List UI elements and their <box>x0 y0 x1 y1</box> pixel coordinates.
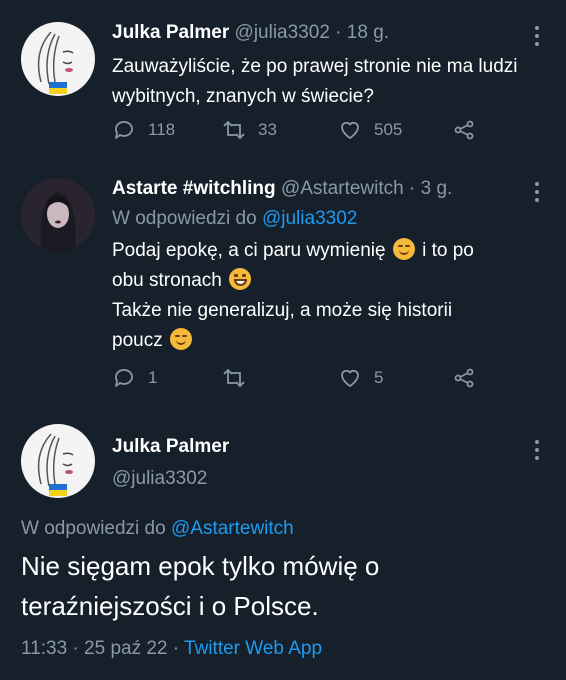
separator: · <box>172 638 180 659</box>
tweet-2-text: Podaj epokę, a ci paru wymienię i to po … <box>112 236 532 356</box>
smirk-emoji-icon <box>169 328 192 350</box>
more-icon[interactable] <box>534 182 540 206</box>
reply-icon <box>115 121 133 139</box>
like-icon <box>341 369 359 387</box>
more-icon[interactable] <box>534 440 540 464</box>
retweet-count: 33 <box>258 120 277 139</box>
tweet-1[interactable]: Julka Palmer @julia3302 · 18 g. Zauważyl… <box>0 0 566 170</box>
reply-to-handle[interactable]: @julia3302 <box>262 208 357 229</box>
smirk-emoji-icon <box>392 238 415 260</box>
author-name[interactable]: Julka Palmer <box>112 436 229 457</box>
author-name[interactable]: Astarte #witchling <box>112 178 276 199</box>
tweet-time[interactable]: 3 g. <box>421 178 453 199</box>
line-3: Także nie generalizuj, a może się histor… <box>112 300 453 321</box>
line-2: obu stronach <box>112 270 222 291</box>
author-name[interactable]: Julka Palmer <box>112 22 229 43</box>
like-icon <box>341 121 359 139</box>
ukraine-flag-icon <box>49 82 67 94</box>
reply-context: W odpowiedzi do @Astartewitch <box>21 518 294 540</box>
separator: · <box>409 178 416 199</box>
ukraine-flag-icon <box>49 484 67 496</box>
share-icon <box>454 368 474 388</box>
share-button[interactable] <box>452 366 476 390</box>
grin-emoji-icon <box>229 268 252 290</box>
tweet-2-actions: 1 5 <box>112 366 532 396</box>
author-handle[interactable]: @Astartewitch <box>281 178 404 199</box>
tweet-date[interactable]: 25 paź 22 <box>84 638 167 659</box>
retweet-button[interactable]: 33 <box>222 118 277 142</box>
author-handle[interactable]: @julia3302 <box>235 22 330 43</box>
avatar-astarte[interactable] <box>21 178 95 252</box>
text-line-2: teraźniejszości i o Polsce. <box>21 591 319 621</box>
avatar-julka[interactable] <box>21 22 95 96</box>
retweet-button[interactable] <box>222 366 246 390</box>
tweet-meta: 11:33 · 25 paź 22 · Twitter Web App <box>21 638 322 660</box>
main-tweet: Julka Palmer @julia3302 W odpowiedzi do … <box>0 410 566 680</box>
tweet-client[interactable]: Twitter Web App <box>184 638 322 659</box>
text-line-1: Nie sięgam epok tylko mówię o <box>21 551 380 581</box>
reply-to-handle[interactable]: @Astartewitch <box>171 518 294 539</box>
reply-button[interactable]: 118 <box>112 118 175 142</box>
avatar-portrait-icon <box>21 178 95 252</box>
tweet-time[interactable]: 11:33 <box>21 638 67 659</box>
reply-icon <box>115 369 133 387</box>
line-4: poucz <box>112 330 163 351</box>
more-icon[interactable] <box>534 26 540 50</box>
reply-count: 118 <box>148 120 176 139</box>
reply-prefix: W odpowiedzi do <box>112 208 257 229</box>
like-button[interactable]: 505 <box>338 118 402 142</box>
like-count: 505 <box>374 120 403 139</box>
tweet-1-header: Julka Palmer @julia3302 · 18 g. <box>112 22 389 44</box>
share-icon <box>454 120 474 140</box>
line-1a: Podaj epokę, a ci paru wymienię <box>112 240 386 261</box>
like-button[interactable]: 5 <box>338 366 383 390</box>
retweet-icon <box>223 368 245 388</box>
line-1b: i to po <box>422 240 474 261</box>
reply-prefix: W odpowiedzi do <box>21 518 166 539</box>
reply-button[interactable]: 1 <box>112 366 157 390</box>
like-count: 5 <box>374 368 384 387</box>
separator: · <box>335 22 342 43</box>
separator: · <box>72 638 79 659</box>
main-author-name: Julka Palmer <box>112 436 229 458</box>
share-button[interactable] <box>452 118 476 142</box>
tweet-2[interactable]: Astarte #witchling @Astartewitch · 3 g. … <box>0 170 566 410</box>
tweet-2-header: Astarte #witchling @Astartewitch · 3 g. <box>112 178 452 200</box>
avatar-julka[interactable] <box>21 424 95 498</box>
tweet-1-actions: 118 33 505 <box>112 118 532 148</box>
reply-count: 1 <box>148 368 158 387</box>
reply-context: W odpowiedzi do @julia3302 <box>112 208 357 230</box>
main-tweet-text: Nie sięgam epok tylko mówię o teraźniejs… <box>21 546 551 626</box>
main-author-handle[interactable]: @julia3302 <box>112 468 207 490</box>
tweet-time[interactable]: 18 g. <box>347 22 389 43</box>
tweet-1-text: Zauważyliście, że po prawej stronie nie … <box>112 56 518 107</box>
retweet-icon <box>223 120 245 140</box>
